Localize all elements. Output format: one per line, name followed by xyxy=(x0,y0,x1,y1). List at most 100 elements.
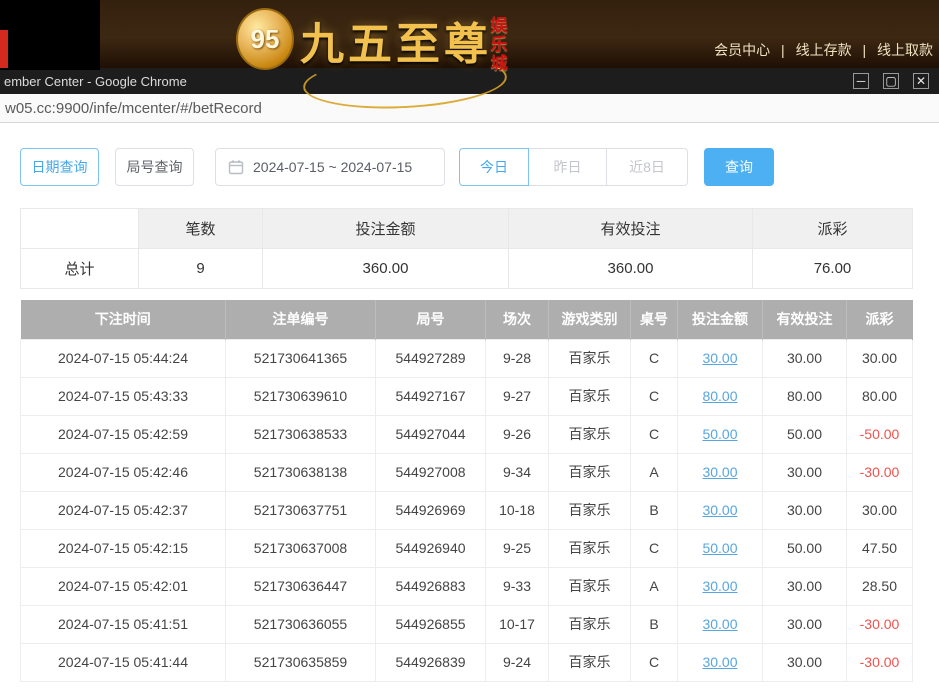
cell-bet-amount: 30.00 xyxy=(678,491,763,529)
cell-game-type: 百家乐 xyxy=(549,491,631,529)
cell-session: 9-33 xyxy=(486,567,549,605)
date-range-value: 2024-07-15 ~ 2024-07-15 xyxy=(253,159,412,175)
bet-amount-link[interactable]: 30.00 xyxy=(702,464,737,480)
bet-table-body: 2024-07-15 05:44:24521730641365544927289… xyxy=(21,339,913,681)
cell-order-number: 521730638533 xyxy=(226,415,376,453)
cell-session: 9-28 xyxy=(486,339,549,377)
url-bar[interactable]: w05.cc:9900/infe/mcenter/#/betRecord xyxy=(0,94,939,123)
today-tab[interactable]: 今日 xyxy=(459,148,529,186)
nav-separator: | xyxy=(862,42,866,58)
cell-session: 9-27 xyxy=(486,377,549,415)
cell-bet-time: 2024-07-15 05:41:51 xyxy=(21,605,226,643)
table-row: 2024-07-15 05:42:01521730636447544926883… xyxy=(21,567,913,605)
bet-amount-link[interactable]: 50.00 xyxy=(702,540,737,556)
bet-record-table: 下注时间 注单编号 局号 场次 游戏类别 桌号 投注金额 有效投注 派彩 202… xyxy=(20,300,913,682)
cell-game-type: 百家乐 xyxy=(549,453,631,491)
cell-session: 10-17 xyxy=(486,605,549,643)
date-range-input[interactable]: 2024-07-15 ~ 2024-07-15 xyxy=(215,148,445,186)
header-session: 场次 xyxy=(486,300,549,339)
cell-bet-amount: 30.00 xyxy=(678,605,763,643)
cell-payout: -30.00 xyxy=(847,643,913,681)
date-query-button[interactable]: 日期查询 xyxy=(20,148,99,186)
cell-table-number: A xyxy=(631,567,678,605)
search-button[interactable]: 查询 xyxy=(704,148,774,186)
window-title: ember Center - Google Chrome xyxy=(0,74,853,89)
cell-valid-bet: 30.00 xyxy=(763,567,847,605)
window-controls: ─ ▢ ✕ xyxy=(853,73,939,89)
header-payout: 派彩 xyxy=(847,300,913,339)
calendar-icon xyxy=(228,159,244,175)
summary-total-row: 总计 9 360.00 360.00 76.00 xyxy=(21,249,913,289)
cell-order-number: 521730636055 xyxy=(226,605,376,643)
cell-payout: 28.50 xyxy=(847,567,913,605)
cell-session: 9-24 xyxy=(486,643,549,681)
cell-order-number: 521730637751 xyxy=(226,491,376,529)
bet-record-page: 日期查询 局号查询 2024-07-15 ~ 2024-07-15 今日 昨日 … xyxy=(0,148,939,682)
bet-amount-link[interactable]: 30.00 xyxy=(702,578,737,594)
minimize-icon[interactable]: ─ xyxy=(853,73,869,89)
window-titlebar: ember Center - Google Chrome ─ ▢ ✕ xyxy=(0,68,939,94)
round-query-button[interactable]: 局号查询 xyxy=(115,148,194,186)
summary-header-bet-amount: 投注金额 xyxy=(263,209,509,249)
cell-bet-amount: 50.00 xyxy=(678,415,763,453)
bet-amount-link[interactable]: 30.00 xyxy=(702,616,737,632)
cell-table-number: C xyxy=(631,415,678,453)
summary-header-count: 笔数 xyxy=(139,209,263,249)
cell-bet-amount: 50.00 xyxy=(678,529,763,567)
cell-valid-bet: 80.00 xyxy=(763,377,847,415)
cell-payout: 80.00 xyxy=(847,377,913,415)
cell-round-number: 544927167 xyxy=(376,377,486,415)
bet-amount-link[interactable]: 30.00 xyxy=(702,654,737,670)
yesterday-tab[interactable]: 昨日 xyxy=(528,148,607,186)
close-icon[interactable]: ✕ xyxy=(913,73,929,89)
cell-round-number: 544927044 xyxy=(376,415,486,453)
cell-bet-time: 2024-07-15 05:42:37 xyxy=(21,491,226,529)
nav-link-member-center[interactable]: 会员中心 xyxy=(714,42,770,58)
nav-link-online-withdraw[interactable]: 线上取款 xyxy=(877,42,933,58)
cell-bet-amount: 30.00 xyxy=(678,453,763,491)
cell-round-number: 544926940 xyxy=(376,529,486,567)
header-bet-time: 下注时间 xyxy=(21,300,226,339)
cell-bet-time: 2024-07-15 05:42:15 xyxy=(21,529,226,567)
cell-order-number: 521730641365 xyxy=(226,339,376,377)
cell-valid-bet: 30.00 xyxy=(763,339,847,377)
cell-round-number: 544926855 xyxy=(376,605,486,643)
cell-payout: -30.00 xyxy=(847,605,913,643)
cell-game-type: 百家乐 xyxy=(549,643,631,681)
cell-bet-time: 2024-07-15 05:42:46 xyxy=(21,453,226,491)
cell-payout: 30.00 xyxy=(847,339,913,377)
cell-game-type: 百家乐 xyxy=(549,605,631,643)
cell-game-type: 百家乐 xyxy=(549,415,631,453)
cell-game-type: 百家乐 xyxy=(549,567,631,605)
cell-round-number: 544926969 xyxy=(376,491,486,529)
cell-session: 9-25 xyxy=(486,529,549,567)
red-stripe-decoration xyxy=(0,30,8,68)
summary-total-count: 9 xyxy=(139,249,263,289)
cell-table-number: C xyxy=(631,529,678,567)
quick-range-group: 今日 昨日 近8日 xyxy=(459,148,688,186)
nav-link-online-deposit[interactable]: 线上存款 xyxy=(796,42,852,58)
maximize-icon[interactable]: ▢ xyxy=(883,73,899,89)
cell-payout: 30.00 xyxy=(847,491,913,529)
cell-session: 9-34 xyxy=(486,453,549,491)
summary-total-bet-amount: 360.00 xyxy=(263,249,509,289)
cell-valid-bet: 30.00 xyxy=(763,643,847,681)
cell-round-number: 544926883 xyxy=(376,567,486,605)
bet-amount-link[interactable]: 80.00 xyxy=(702,388,737,404)
banner-nav: 会员中心 | 线上存款 | 线上取款 xyxy=(714,40,933,60)
bet-amount-link[interactable]: 30.00 xyxy=(702,502,737,518)
cell-table-number: C xyxy=(631,643,678,681)
table-row: 2024-07-15 05:42:37521730637751544926969… xyxy=(21,491,913,529)
summary-total-label: 总计 xyxy=(21,249,139,289)
cell-bet-time: 2024-07-15 05:44:24 xyxy=(21,339,226,377)
cell-order-number: 521730638138 xyxy=(226,453,376,491)
cell-payout: 47.50 xyxy=(847,529,913,567)
bet-amount-link[interactable]: 50.00 xyxy=(702,426,737,442)
cell-bet-amount: 80.00 xyxy=(678,377,763,415)
last8days-tab[interactable]: 近8日 xyxy=(606,148,688,186)
cell-valid-bet: 30.00 xyxy=(763,491,847,529)
bet-amount-link[interactable]: 30.00 xyxy=(702,350,737,366)
summary-table: 笔数 投注金额 有效投注 派彩 总计 9 360.00 360.00 76.00 xyxy=(20,208,913,289)
header-order-number: 注单编号 xyxy=(226,300,376,339)
cell-table-number: A xyxy=(631,453,678,491)
